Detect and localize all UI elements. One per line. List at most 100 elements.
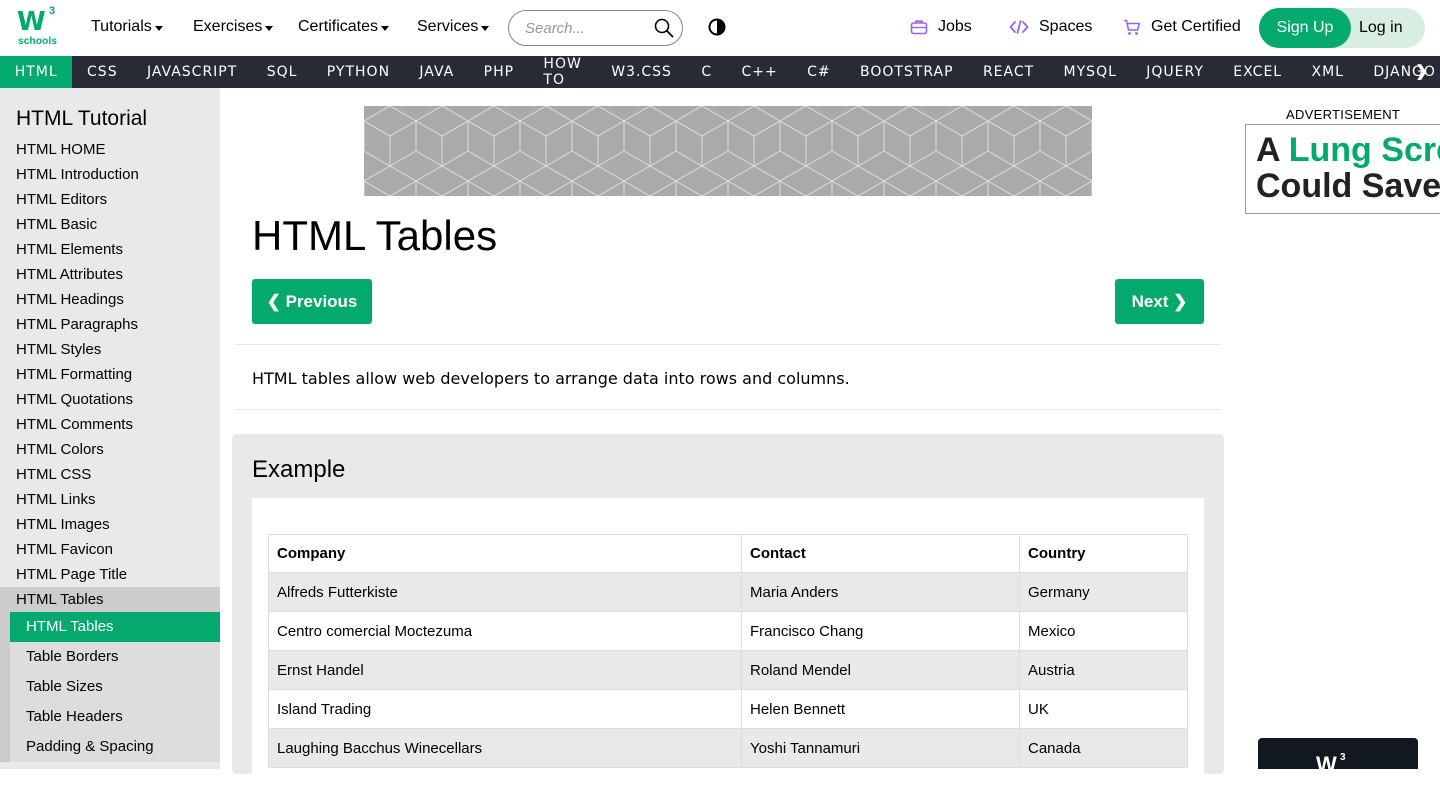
table-cell: Roland Mendel [741,650,1020,690]
caret-down-icon [381,25,390,31]
nav-tab-how-to[interactable]: HOW TO [529,56,597,88]
table-cell: Island Trading [268,689,742,729]
nav-tab-jquery[interactable]: JQUERY [1132,56,1219,88]
table-header: Contact [741,534,1020,573]
briefcase-icon [910,20,928,35]
sidebar-subitem-table-borders[interactable]: Table Borders [10,642,220,672]
jobs-link[interactable]: Jobs [910,18,972,36]
sidebar-item-html-attributes[interactable]: HTML Attributes [0,262,220,287]
sidebar-item-html-favicon[interactable]: HTML Favicon [0,537,220,562]
caret-down-icon [265,25,274,31]
sidebar-subitems: HTML Tables Table Borders Table Sizes Table… [0,612,220,762]
certificates-menu[interactable]: Certificates [298,18,390,36]
caret-down-icon [154,25,163,31]
nav-tab-mysql[interactable]: MYSQL [1049,56,1132,88]
ad-headline-line1: A Lung Scre [1256,131,1440,170]
exercises-menu[interactable]: Exercises [193,18,274,36]
sidebar-item-html-tables[interactable]: HTML Tables [0,587,220,612]
nav-tab-html[interactable]: HTML [0,56,73,88]
search-input[interactable] [525,19,645,37]
ad-logo-superscript: 3 [1340,752,1346,763]
sidebar-title: HTML Tutorial [16,107,148,130]
sidebar-item-html-quotations[interactable]: HTML Quotations [0,387,220,412]
sidebar-item-html-page-title[interactable]: HTML Page Title [0,562,220,587]
sidebar-subitem-html-tables[interactable]: HTML Tables [10,612,220,642]
nav-tab-java[interactable]: JAVA [405,56,469,88]
banner-ad-placeholder [364,106,1092,196]
nav-tab-bootstrap[interactable]: BOOTSTRAP [845,56,968,88]
sidebar-item-html-introduction[interactable]: HTML Introduction [0,162,220,187]
sidebar-subitem-table-sizes[interactable]: Table Sizes [10,672,220,702]
sidebar-item-html-elements[interactable]: HTML Elements [0,237,220,262]
ad-headline-prefix: A [1256,131,1289,169]
spaces-label: Spaces [1039,18,1093,35]
get-certified-label: Get Certified [1151,18,1241,35]
w3schools-logo[interactable]: W 3 schools [16,5,60,48]
sidebar-item-html-comments[interactable]: HTML Comments [0,412,220,437]
get-certified-link[interactable]: Get Certified [1123,18,1241,36]
sidebar-item-html-colors[interactable]: HTML Colors [0,437,220,462]
jobs-label: Jobs [938,18,972,35]
divider [235,409,1221,410]
cart-icon [1124,19,1141,35]
certificates-label: Certificates [298,18,379,35]
services-menu[interactable]: Services [417,18,490,36]
sidebar-subitem-padding-spacing[interactable]: Padding & Spacing [10,732,220,762]
logo-text: schools [18,36,58,47]
sidebar: HTML Tutorial HTML HOME HTML Introduction… [0,88,220,769]
nav-tab-javascript[interactable]: JAVASCRIPT [132,56,252,88]
nav-tab-xml[interactable]: XML [1297,56,1359,88]
ad-logo-mark: W [1316,752,1337,769]
table-cell: Centro comercial Moctezuma [268,611,742,651]
table-row: Centro comercial Moctezuma Francisco Chan… [268,611,1188,651]
tutorials-menu[interactable]: Tutorials [91,18,163,36]
nav-tab-sql[interactable]: SQL [252,56,312,88]
nav-tab-c[interactable]: C# [792,56,845,88]
ad-bottom-banner[interactable]: W 3 [1258,738,1418,769]
sidebar-item-html-paragraphs[interactable]: HTML Paragraphs [0,312,220,337]
sidebar-item-html-formatting[interactable]: HTML Formatting [0,362,220,387]
advertisement-banner[interactable]: A Lung Scre Could Save [1245,124,1440,214]
table-cell: Canada [1019,728,1188,768]
sidebar-item-html-css[interactable]: HTML CSS [0,462,220,487]
spaces-link[interactable]: Spaces [1009,18,1092,36]
logo-mark: W [17,7,46,37]
tutorials-label: Tutorials [91,18,152,35]
nav-tab-css[interactable]: CSS [72,56,132,88]
scroll-right-icon[interactable]: ❯ [1415,62,1428,80]
table-cell: Mexico [1019,611,1188,651]
services-label: Services [417,18,479,35]
nav-tab-python[interactable]: PYTHON [312,56,405,88]
table-row: Alfreds Futterkiste Maria Anders Germany [268,572,1188,612]
sidebar-subitem-table-headers[interactable]: Table Headers [10,702,220,732]
sidebar-item-html-links[interactable]: HTML Links [0,487,220,512]
next-button[interactable]: Next ❯ [1115,279,1204,324]
nav-tab-excel[interactable]: EXCEL [1219,56,1297,88]
sidebar-item-html-home[interactable]: HTML HOME [0,137,220,162]
table-header: Country [1019,534,1188,573]
caret-down-icon [481,25,490,31]
log-in-button[interactable]: Log in [1351,8,1425,48]
nav-tab-php[interactable]: PHP [469,56,529,88]
contrast-toggle-icon[interactable] [708,18,726,36]
exercises-label: Exercises [193,18,263,35]
auth-buttons: Sign Up Log in [1259,8,1425,48]
sidebar-item-html-headings[interactable]: HTML Headings [0,287,220,312]
sign-up-button[interactable]: Sign Up [1259,8,1351,48]
previous-button[interactable]: ❮ Previous [252,279,372,324]
intro-text: HTML tables allow web developers to arra… [252,369,850,388]
sidebar-item-html-editors[interactable]: HTML Editors [0,187,220,212]
sidebar-item-html-basic[interactable]: HTML Basic [0,212,220,237]
nav-tab-c[interactable]: C [687,56,727,88]
sidebar-item-html-images[interactable]: HTML Images [0,512,220,537]
sidebar-item-html-styles[interactable]: HTML Styles [0,337,220,362]
table-cell: UK [1019,689,1188,729]
companies-table: Company Contact Country Alfreds Futterki… [268,534,1188,768]
search-box [508,10,683,46]
search-icon[interactable] [654,18,674,38]
nav-tab-w3-css[interactable]: W3.CSS [597,56,687,88]
nav-tab-c[interactable]: C++ [727,56,793,88]
nav-tab-react[interactable]: REACT [968,56,1049,88]
example-box: Example Company Contact Country Alfreds … [232,434,1224,788]
table-row: Ernst Handel Roland Mendel Austria [268,650,1188,690]
